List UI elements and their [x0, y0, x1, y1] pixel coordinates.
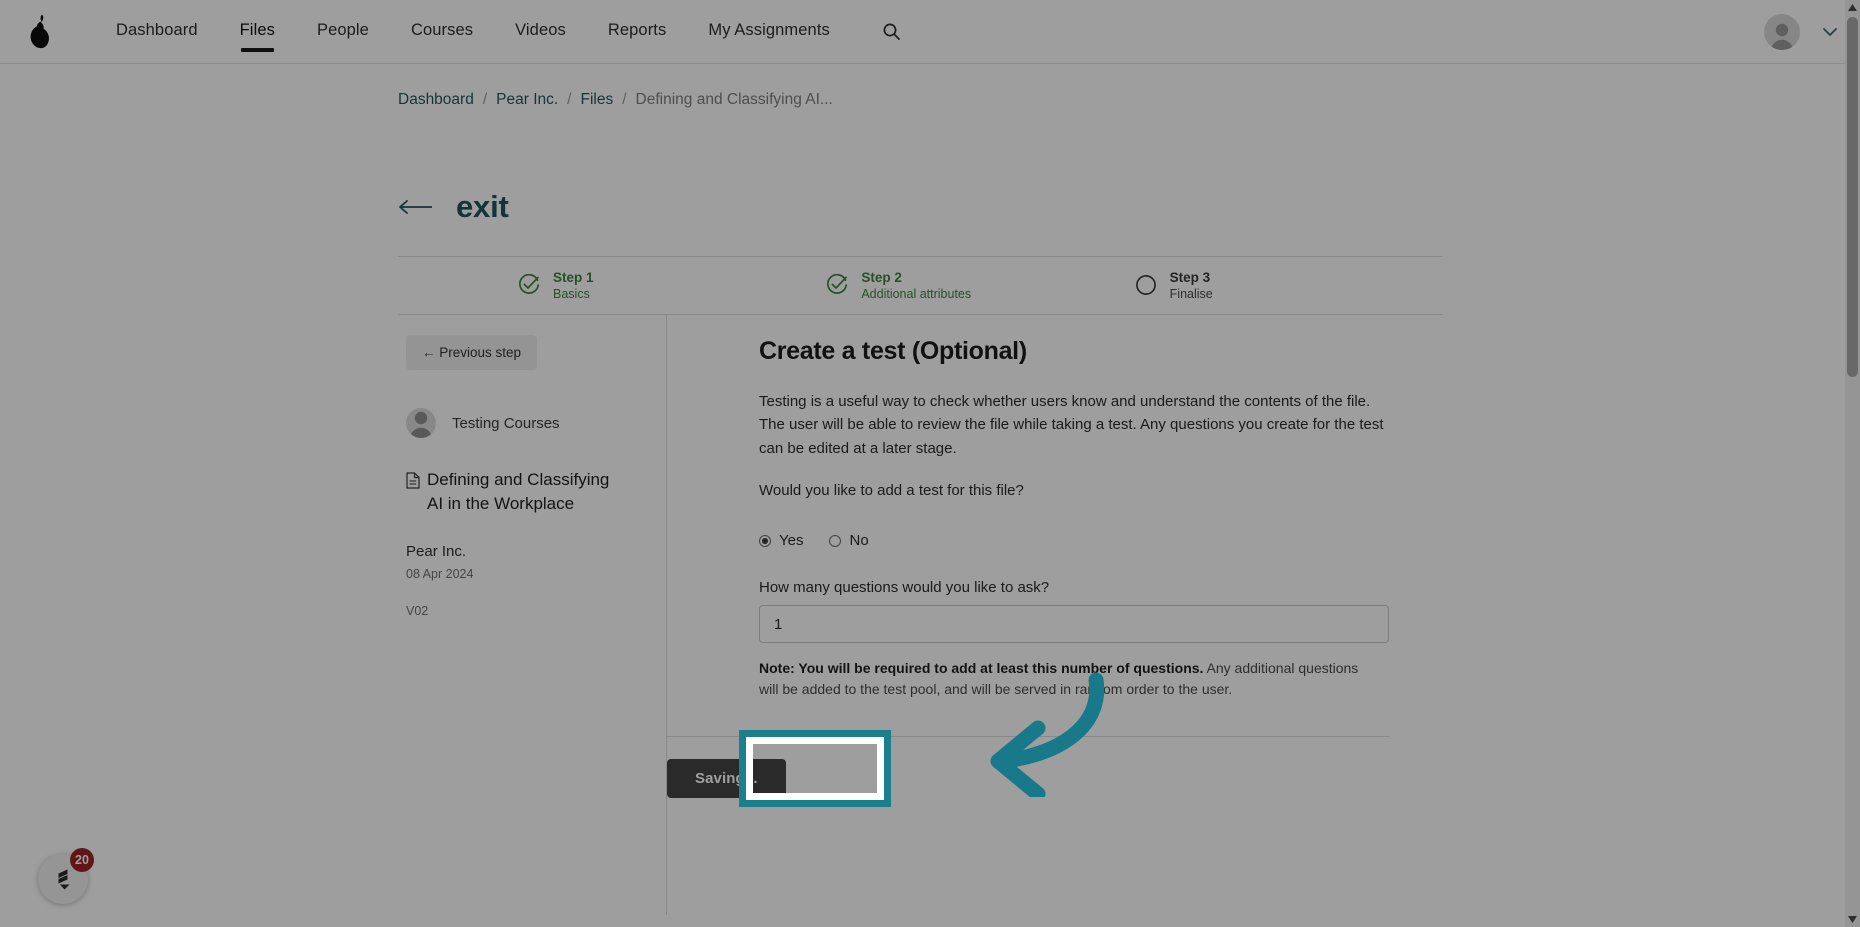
wizard-sidebar: ← Previous step Testing Courses Defining…: [398, 315, 666, 915]
scrollbar-down-button[interactable]: [1845, 912, 1860, 927]
page-content: Dashboard / Pear Inc. / Files / Defining…: [0, 64, 1860, 927]
course-summary: Testing Courses: [406, 408, 666, 438]
stepper-step-2[interactable]: Step 2 Additional attributes: [826, 269, 1134, 302]
radio-option-no[interactable]: No: [829, 532, 869, 550]
nav-link-reports[interactable]: Reports: [608, 1, 666, 62]
file-title: Defining and Classifying AI in the Workp…: [427, 470, 610, 514]
nav-link-files[interactable]: Files: [240, 1, 275, 62]
scrollbar-thumb[interactable]: [1847, 17, 1858, 377]
nav-link-my-assignments[interactable]: My Assignments: [708, 1, 830, 62]
page-root: Dashboard Files People Courses Videos Re…: [0, 0, 1860, 927]
stepper-step-3[interactable]: Step 3 Finalise: [1135, 269, 1443, 302]
wizard-main-panel: Create a test (Optional) Testing is a us…: [667, 315, 1443, 915]
note-bold-text: Note: You will be required to add at lea…: [759, 660, 1204, 677]
question-count-note: Note: You will be required to add at lea…: [759, 658, 1379, 700]
add-test-question-label: Would you like to add a test for this fi…: [759, 482, 1024, 500]
save-button[interactable]: Saving...: [667, 759, 786, 799]
search-icon: [883, 23, 900, 40]
stepper: Step 1 Basics Step 2 Additional attribut…: [398, 256, 1443, 315]
search-button[interactable]: [876, 16, 907, 47]
radio-no-input[interactable]: [829, 534, 842, 547]
radio-yes-label: Yes: [779, 532, 804, 550]
form-divider: [667, 736, 1389, 738]
stepper-step-3-subtitle: Finalise: [1169, 287, 1213, 302]
breadcrumb-item-dashboard[interactable]: Dashboard: [398, 91, 474, 109]
stepper-step-2-title: Step 2: [861, 269, 902, 285]
chat-widget-button[interactable]: 20: [38, 848, 94, 904]
page-title: Create a test (Optional): [759, 337, 1027, 365]
stepper-step-1-subtitle: Basics: [553, 287, 590, 302]
scrollbar-up-button[interactable]: [1845, 0, 1860, 15]
question-count-input[interactable]: [759, 605, 1389, 644]
page-scrollbar[interactable]: [1845, 0, 1860, 927]
breadcrumb-separator: /: [622, 91, 627, 108]
stepper-step-1[interactable]: Step 1 Basics: [518, 269, 826, 302]
breadcrumb-item-files[interactable]: Files: [580, 91, 613, 109]
stepper-step-2-subtitle: Additional attributes: [861, 287, 972, 302]
question-count-label: How many questions would you like to ask…: [759, 579, 1050, 597]
stepper-step-3-title: Step 3: [1169, 269, 1211, 285]
top-navigation-bar: Dashboard Files People Courses Videos Re…: [0, 0, 1860, 64]
scroll-up-arrow-icon: [1848, 4, 1857, 11]
pear-logo-icon: [30, 14, 49, 48]
empty-circle-icon: [1135, 275, 1156, 296]
radio-no-label: No: [849, 532, 869, 550]
file-version: V02: [406, 604, 429, 619]
nav-right-group: [1764, 0, 1838, 64]
nav-link-people[interactable]: People: [317, 1, 369, 62]
check-circle-icon: [827, 274, 848, 295]
user-avatar-icon: [1770, 23, 1794, 50]
exit-button[interactable]: exit: [396, 189, 509, 225]
nav-link-dashboard[interactable]: Dashboard: [116, 1, 198, 62]
breadcrumb-current: Defining and Classifying AI...: [635, 91, 833, 108]
avatar[interactable]: [1764, 14, 1800, 50]
app-logo[interactable]: [8, 14, 70, 50]
breadcrumb: Dashboard / Pear Inc. / Files / Defining…: [398, 91, 833, 109]
user-avatar-icon: [409, 411, 433, 438]
nav-link-courses[interactable]: Courses: [411, 1, 473, 62]
check-circle-icon: [519, 274, 540, 295]
file-organisation: Pear Inc.: [406, 543, 467, 561]
form-actions: Saving...: [667, 759, 1389, 799]
nav-link-videos[interactable]: Videos: [515, 1, 566, 62]
add-test-radio-group: Yes No: [759, 532, 1389, 549]
stepper-step-1-title: Step 1: [553, 269, 594, 285]
course-avatar: [406, 408, 436, 438]
arrow-left-icon: [399, 200, 432, 214]
nav-links: Dashboard Files People Courses Videos Re…: [116, 1, 907, 62]
intro-paragraph: Testing is a useful way to check whether…: [759, 393, 1384, 457]
breadcrumb-item-pear-inc[interactable]: Pear Inc.: [496, 91, 558, 109]
chevron-down-icon[interactable]: [1822, 27, 1838, 37]
radio-yes-input[interactable]: [759, 534, 771, 547]
previous-step-button[interactable]: ← Previous step: [406, 335, 538, 370]
wizard-body: ← Previous step Testing Courses Defining…: [398, 315, 1443, 915]
radio-option-yes[interactable]: Yes: [759, 532, 803, 549]
breadcrumb-separator: /: [482, 91, 488, 108]
file-title-row: Defining and Classifying AI in the Workp…: [406, 468, 621, 516]
scroll-down-arrow-icon: [1848, 916, 1857, 923]
file-document-icon: [406, 472, 420, 489]
exit-label: exit: [456, 189, 509, 224]
course-name: Testing Courses: [452, 414, 560, 432]
chat-unread-badge: 20: [70, 848, 94, 872]
breadcrumb-separator: /: [567, 91, 572, 108]
file-date: 08 Apr 2024: [406, 567, 474, 582]
